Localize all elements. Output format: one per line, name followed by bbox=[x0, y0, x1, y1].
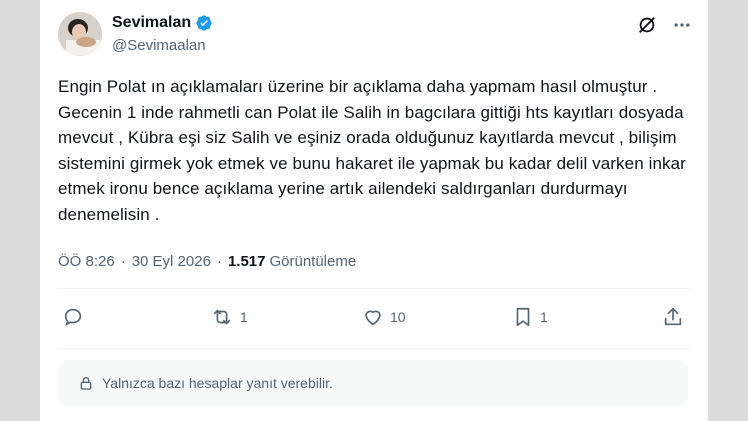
reply-icon bbox=[62, 306, 84, 328]
retweet-count: 1 bbox=[240, 309, 248, 325]
name-row: Sevimalan bbox=[112, 14, 213, 32]
retweet-button[interactable]: 1 bbox=[210, 306, 248, 328]
divider bbox=[58, 288, 690, 289]
like-button[interactable]: 10 bbox=[362, 306, 406, 328]
avatar[interactable] bbox=[58, 12, 102, 56]
more-dots-icon[interactable] bbox=[672, 15, 692, 35]
share-icon bbox=[662, 306, 684, 328]
tweet-meta: ÖÖ 8:26 · 30 Eyl 2026 · 1.517 Görüntülem… bbox=[58, 253, 356, 270]
bookmark-icon bbox=[512, 306, 534, 328]
reply-restriction-text: Yalnızca bazı hesaplar yanıt verebilir. bbox=[102, 375, 333, 391]
retweet-icon bbox=[210, 306, 234, 328]
lock-icon bbox=[78, 375, 94, 391]
tweet-time[interactable]: ÖÖ 8:26 bbox=[58, 253, 115, 270]
tweet-text: Engin Polat ın açıklamaları üzerine bir … bbox=[58, 77, 686, 224]
meta-separator: · bbox=[120, 253, 126, 270]
reply-button[interactable] bbox=[62, 306, 90, 328]
meta-separator: · bbox=[216, 253, 222, 270]
display-name[interactable]: Sevimalan bbox=[112, 14, 191, 32]
views-count: 1.517 bbox=[227, 253, 266, 270]
verified-badge-icon bbox=[195, 14, 213, 32]
bookmark-count: 1 bbox=[540, 309, 548, 325]
heart-icon bbox=[362, 306, 384, 328]
reply-restriction-notice: Yalnızca bazı hesaplar yanıt verebilir. bbox=[58, 360, 688, 406]
top-right-controls bbox=[636, 14, 692, 36]
tweet-date[interactable]: 30 Eyl 2026 bbox=[132, 253, 211, 270]
divider bbox=[58, 348, 690, 349]
tweet-card: Sevimalan @Sevimaalan Engin Polat ın açı… bbox=[40, 0, 708, 421]
handle[interactable]: @Sevimaalan bbox=[112, 37, 206, 54]
views-label: Görüntüleme bbox=[269, 253, 357, 270]
background-right bbox=[708, 0, 748, 421]
like-count: 10 bbox=[390, 309, 406, 325]
bookmark-button[interactable]: 1 bbox=[512, 306, 548, 328]
action-bar: 1 10 1 bbox=[58, 306, 690, 334]
background-left bbox=[0, 0, 40, 421]
share-button[interactable] bbox=[662, 306, 684, 328]
grok-icon[interactable] bbox=[636, 14, 658, 36]
